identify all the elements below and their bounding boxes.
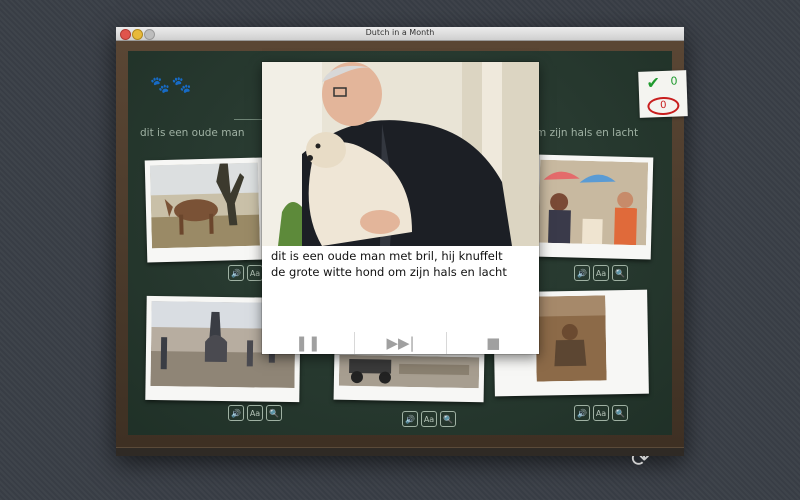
text-size-icon[interactable]: Aa: [593, 265, 609, 281]
paw-icon: 🐾🐾: [150, 75, 194, 94]
horse-photo: [149, 162, 260, 249]
board-sentence-left: dit is een oude man: [140, 127, 245, 139]
sentence-line-1: dit is een oude man met bril, hij knuffe…: [271, 249, 503, 263]
magnifier-icon[interactable]: 🔍: [612, 405, 628, 421]
magnifier-icon[interactable]: 🔍: [440, 411, 456, 427]
sentence-popup: dit is een oude man met bril, hij knuffe…: [262, 62, 539, 354]
card-toolbar-top-right: 🔊 Aa 🔍: [574, 265, 628, 281]
picture-card-horse[interactable]: [144, 157, 266, 263]
stop-icon[interactable]: ■: [446, 332, 539, 354]
checkmark-icon: ✔: [646, 73, 661, 93]
window-bottom-strip: [116, 447, 684, 456]
text-size-icon[interactable]: Aa: [247, 405, 263, 421]
picture-card-vehicle[interactable]: [333, 349, 485, 403]
speaker-icon[interactable]: 🔊: [228, 405, 244, 421]
man-photo: [535, 295, 607, 382]
man-with-dog-photo: [262, 62, 539, 246]
skip-icon[interactable]: ▶▶|: [353, 332, 447, 354]
magnifier-icon[interactable]: 🔍: [266, 405, 282, 421]
card-toolbar-bottom-middle: 🔊 Aa 🔍: [402, 411, 456, 427]
card-toolbar-bottom-right: 🔊 Aa 🔍: [574, 405, 628, 421]
speaker-icon[interactable]: 🔊: [228, 265, 244, 281]
text-size-icon[interactable]: Aa: [421, 411, 437, 427]
speaker-icon[interactable]: 🔊: [574, 265, 590, 281]
sentence-text: dit is een oude man met bril, hij knuffe…: [271, 248, 533, 280]
playback-controls: ❚❚ ▶▶| ■: [262, 332, 539, 354]
wrong-count-ring: 0: [647, 96, 680, 116]
vehicle-photo: [338, 354, 480, 389]
window-title: Dutch in a Month: [365, 28, 435, 37]
text-size-icon[interactable]: Aa: [247, 265, 263, 281]
people-photo: [538, 159, 649, 246]
sentence-line-2: de grote witte hond om zijn hals en lach…: [271, 265, 507, 279]
text-size-icon[interactable]: Aa: [593, 405, 609, 421]
magnifier-icon[interactable]: 🔍: [612, 265, 628, 281]
pause-icon[interactable]: ❚❚: [262, 332, 354, 354]
wrong-count: 0: [660, 99, 667, 112]
score-card: ✔ 0 0: [638, 70, 688, 118]
correct-count: 0: [670, 74, 678, 88]
board-sentence-right: m zijn hals en lacht: [536, 127, 639, 139]
speaker-icon[interactable]: 🔊: [574, 405, 590, 421]
picture-card-people[interactable]: [532, 154, 654, 260]
title-bar[interactable]: Dutch in a Month: [116, 27, 684, 41]
speaker-icon[interactable]: 🔊: [402, 411, 418, 427]
card-toolbar-bottom-left: 🔊 Aa 🔍: [228, 405, 282, 421]
